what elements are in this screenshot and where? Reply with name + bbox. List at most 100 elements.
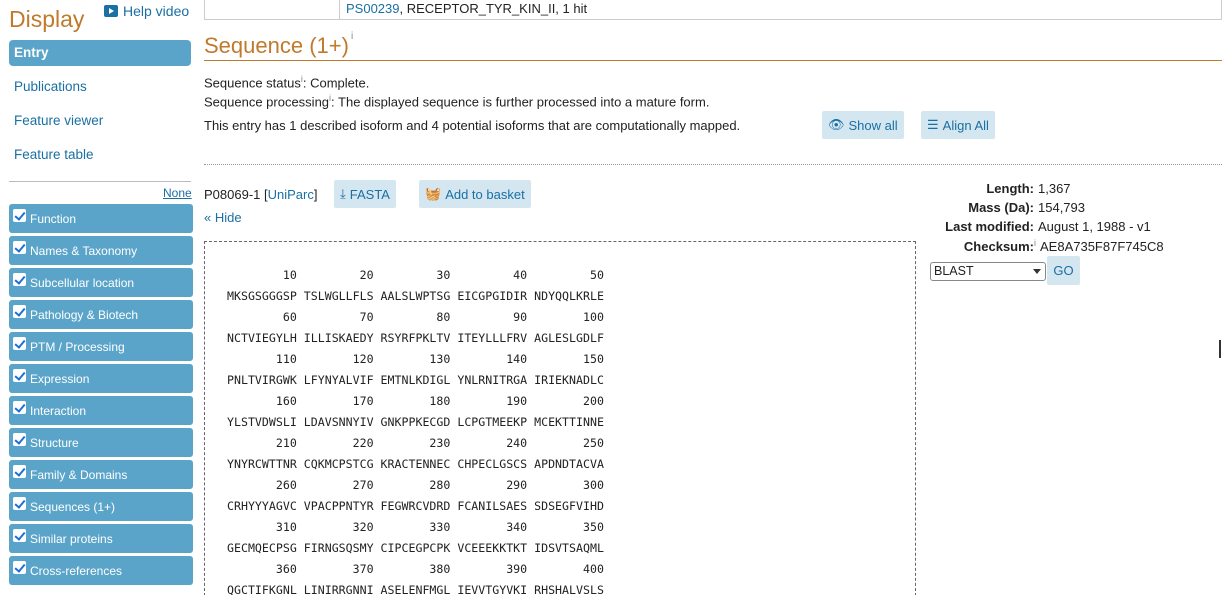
sequence-row: GECMQECPSG FIRNGSQSMY CIPCEGPCPK VCEEEKK… xyxy=(227,541,604,555)
hide-link[interactable]: « Hide xyxy=(204,210,242,225)
display-title: Display xyxy=(9,6,85,32)
sidebar-divider xyxy=(9,181,191,182)
section-label: Sequences (1+) xyxy=(30,499,116,514)
sequence-position-row: 60 70 80 90 100 xyxy=(227,310,604,324)
sequence-processing: Sequence processingi: The displayed sequ… xyxy=(204,93,709,109)
checkbox-checked-icon[interactable] xyxy=(13,497,26,510)
checkbox-checked-icon[interactable] xyxy=(13,305,26,318)
isoform-text: This entry has 1 described isoform and 4… xyxy=(204,118,741,133)
section-label: Pathology & Biotech xyxy=(30,307,139,322)
dotted-divider xyxy=(204,164,1222,165)
status-label: Sequence status xyxy=(204,75,301,91)
align-icon: ☰ xyxy=(927,117,939,132)
prosite-desc: , RECEPTOR_TYR_KIN_II, 1 hit xyxy=(399,1,588,16)
fasta-button[interactable]: ⤓ FASTA xyxy=(334,180,396,208)
show-all-button[interactable]: 👁 Show all xyxy=(822,111,904,139)
sequence-row: CRHYYYAGVC VPACPPNTYR FEGWRCVDRD FCANILS… xyxy=(227,499,604,513)
sequence-position-row: 360 370 380 390 400 xyxy=(227,562,604,576)
section-label: Interaction xyxy=(30,403,87,418)
section-interaction[interactable]: Interaction xyxy=(9,396,193,425)
section-label: Names & Taxonomy xyxy=(30,243,138,258)
align-all-button[interactable]: ☰ Align All xyxy=(921,111,995,139)
section-similar-proteins[interactable]: Similar proteins xyxy=(9,524,193,553)
help-video-link[interactable]: Help video xyxy=(104,3,189,19)
section-ptm-processing[interactable]: PTM / Processing xyxy=(9,332,193,361)
checksum-row: Checksum:i AE8A735F87F745C8 xyxy=(930,238,1164,254)
add-to-basket-label: Add to basket xyxy=(445,186,525,202)
sequence-row: YNYRCWTTNR CQKMCPSTCG KRACTENNEC CHPECLG… xyxy=(227,457,604,471)
section-label: Subcellular location xyxy=(30,275,135,290)
last-modified-label: Last modified: xyxy=(945,219,1034,234)
nav-entry[interactable]: Entry xyxy=(9,40,191,66)
info-icon[interactable]: i xyxy=(351,31,353,42)
length-row: Length: 1,367 xyxy=(930,181,1071,196)
checkbox-checked-icon[interactable] xyxy=(13,209,26,222)
bracket: [ xyxy=(260,187,268,202)
sequence-box: 10 20 30 40 50 MKSGSGGGSP TSLWGLLFLS AAL… xyxy=(204,241,916,595)
section-sequences[interactable]: Sequences (1+) xyxy=(9,492,193,521)
download-icon: ⤓ xyxy=(340,186,346,201)
bracket: ] xyxy=(313,187,318,202)
checksum-label: Checksum: xyxy=(963,239,1034,255)
checkbox-checked-icon[interactable] xyxy=(13,561,26,574)
table-divider xyxy=(339,0,340,20)
isoform-id-text: P08069-1 xyxy=(204,187,261,202)
checkbox-checked-icon[interactable] xyxy=(13,273,26,286)
blast-select-value: BLAST xyxy=(934,264,974,278)
checkbox-checked-icon[interactable] xyxy=(13,529,26,542)
add-to-basket-button[interactable]: 🧺 Add to basket xyxy=(419,180,531,208)
section-label: Function xyxy=(30,211,77,226)
section-expression[interactable]: Expression xyxy=(9,364,193,393)
go-button[interactable]: GO xyxy=(1047,256,1080,285)
section-label: PTM / Processing xyxy=(30,339,125,354)
processing-value: : The displayed sequence is further proc… xyxy=(331,94,710,110)
section-family-domains[interactable]: Family & Domains xyxy=(9,460,193,489)
sequence-position-row: 260 270 280 290 300 xyxy=(227,478,604,492)
sidebar: Display Help video Entry Publications Fe… xyxy=(0,0,200,595)
none-link[interactable]: None xyxy=(163,186,192,200)
blast-select[interactable]: BLAST xyxy=(930,262,1046,281)
section-pathology-biotech[interactable]: Pathology & Biotech xyxy=(9,300,193,329)
checkbox-checked-icon[interactable] xyxy=(13,465,26,478)
last-modified-value: August 1, 1988 - v1 xyxy=(1038,219,1151,234)
section-list: Function Names & Taxonomy Subcellular lo… xyxy=(9,204,193,588)
isoform-id: P08069-1 [UniParc] xyxy=(204,187,318,202)
section-names-taxonomy[interactable]: Names & Taxonomy xyxy=(9,236,193,265)
checkbox-checked-icon[interactable] xyxy=(13,369,26,382)
checkbox-checked-icon[interactable] xyxy=(13,401,26,414)
sequence-row: NCTVIEGYLH ILLISKAEDY RSYRFPKLTV ITEYLLL… xyxy=(227,331,604,345)
basket-icon: 🧺 xyxy=(425,186,442,201)
section-label: Expression xyxy=(30,371,90,386)
sequence-row: PNLTVIRGWK LFYNYALVIF EMTNLKDIGL YNLRNIT… xyxy=(227,373,604,387)
scrollbar-indicator[interactable] xyxy=(1219,340,1221,358)
section-structure[interactable]: Structure xyxy=(9,428,193,457)
section-function[interactable]: Function xyxy=(9,204,193,233)
section-label: Similar proteins xyxy=(30,531,113,546)
sequence-position-row: 110 120 130 140 150 xyxy=(227,352,604,366)
sequence-position-row: 160 170 180 190 200 xyxy=(227,394,604,408)
section-subcellular-location[interactable]: Subcellular location xyxy=(9,268,193,297)
section-title: Sequence (1+) i xyxy=(204,31,353,59)
chevron-down-icon xyxy=(1033,269,1041,274)
checkbox-checked-icon[interactable] xyxy=(13,241,26,254)
section-cross-references[interactable]: Cross-references xyxy=(9,556,193,585)
length-value: 1,367 xyxy=(1038,181,1071,196)
checkbox-checked-icon[interactable] xyxy=(13,433,26,446)
prosite-link[interactable]: PS00239 xyxy=(346,1,400,16)
sequence-position-row: 310 320 330 340 350 xyxy=(227,520,604,534)
table-divider xyxy=(1221,0,1222,20)
nav-feature-viewer[interactable]: Feature viewer xyxy=(9,108,191,142)
nav-feature-table[interactable]: Feature table xyxy=(9,142,191,176)
info-icon[interactable]: i xyxy=(1034,238,1036,248)
sequence-row: QGCTIFKGNL LINIRRGNNI ASELENFMGL IEVVTGY… xyxy=(227,583,604,595)
uniparc-link[interactable]: UniParc xyxy=(268,187,314,202)
sequence-row: YLSTVDWSLI LDAVSNNYIV GNKPPKECGD LCPGTME… xyxy=(227,415,604,429)
prosite-table-row: PS00239, RECEPTOR_TYR_KIN_II, 1 hit xyxy=(204,0,1222,20)
mass-row: Mass (Da): 154,793 xyxy=(930,200,1085,215)
show-all-label: Show all xyxy=(848,117,898,133)
last-modified-row: Last modified: August 1, 1988 - v1 xyxy=(930,219,1151,234)
fasta-label: FASTA xyxy=(349,186,390,202)
nav-publications[interactable]: Publications xyxy=(9,74,191,108)
checkbox-checked-icon[interactable] xyxy=(13,337,26,350)
sequence-row: MKSGSGGGSP TSLWGLLFLS AALSLWPTSG EICGPGI… xyxy=(227,289,604,303)
